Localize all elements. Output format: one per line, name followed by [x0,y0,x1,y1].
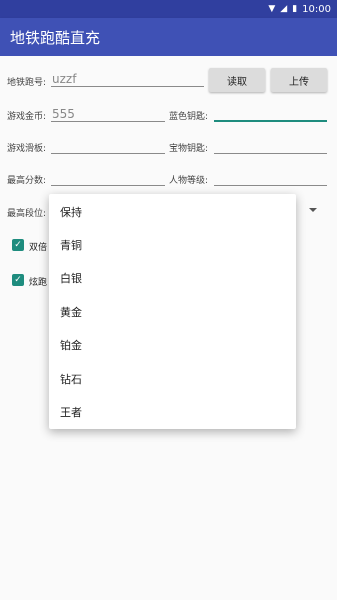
checkbox-double-label: 双倍 [29,243,48,253]
blue-keys-input[interactable] [214,106,327,122]
max-rank-label: 最高段位: [7,209,47,219]
treasure-keys-label: 宝物钥匙: [169,144,209,154]
checkbox-cool-run[interactable]: ✓ [12,274,24,286]
status-time: 10:00 [302,3,331,15]
app-title: 地铁跑酷直充 [10,28,101,47]
dropdown-option[interactable]: 黄金 [60,304,82,320]
app-bar: 地铁跑酷直充 [0,18,337,56]
subway-id-input[interactable]: uzzf [51,71,204,87]
subway-id-label: 地铁跑号: [7,78,47,88]
rank-dropdown-menu: 保持 青铜 白银 黄金 铂金 钻石 王者 [49,194,296,429]
read-button[interactable]: 读取 [209,68,265,92]
dropdown-option[interactable]: 白银 [60,270,82,286]
checkbox-double[interactable]: ✓ [12,239,24,251]
dropdown-option[interactable]: 铂金 [60,337,82,353]
treasure-keys-input[interactable] [214,138,327,154]
skateboard-label: 游戏滑板: [7,144,47,154]
status-bar: ▼ ◢ ▮ 10:00 [0,0,337,18]
upload-button[interactable]: 上传 [271,68,327,92]
dropdown-option[interactable]: 保持 [60,204,82,220]
dropdown-option[interactable]: 青铜 [60,237,82,253]
char-level-input[interactable] [214,170,327,186]
coins-input[interactable]: 555 [51,106,165,122]
char-level-label: 人物等级: [169,176,209,186]
dropdown-option[interactable]: 王者 [60,404,82,420]
battery-icon: ▮ [292,3,298,14]
chevron-down-icon[interactable] [309,208,317,212]
high-score-label: 最高分数: [7,176,47,186]
skateboard-input[interactable] [51,138,165,154]
coins-label: 游戏金币: [7,112,47,122]
checkbox-cool-run-label: 炫跑 [29,278,48,288]
signal-icon: ◢ [280,3,288,14]
wifi-icon: ▼ [268,3,276,14]
high-score-input[interactable] [51,170,165,186]
dropdown-option[interactable]: 钻石 [60,371,82,387]
blue-keys-label: 蓝色钥匙: [169,112,209,122]
